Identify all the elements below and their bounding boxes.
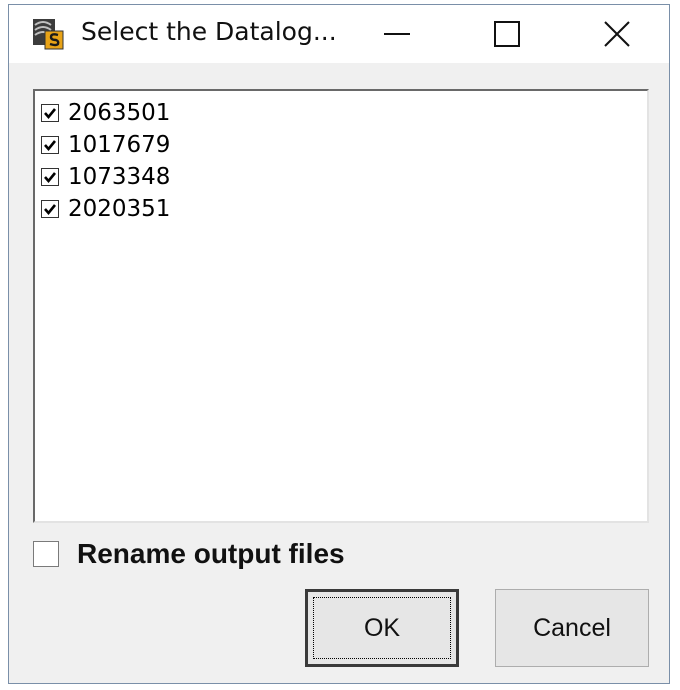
rename-output-option[interactable]: Rename output files: [33, 537, 345, 571]
checkmark-icon: [44, 172, 57, 184]
datalog-app-icon[interactable]: [31, 15, 65, 51]
maximize-icon: [494, 21, 520, 47]
dialog-window: Select the Datalog... 2063501 1017679 10…: [8, 4, 670, 684]
datalog-checkbox[interactable]: [41, 200, 59, 218]
title-bar[interactable]: Select the Datalog...: [9, 5, 669, 63]
datalog-checkbox[interactable]: [41, 168, 59, 186]
checkmark-icon: [44, 140, 57, 152]
close-button[interactable]: [567, 5, 667, 63]
maximize-button[interactable]: [457, 5, 557, 63]
close-icon: [604, 21, 630, 47]
datalog-checkbox[interactable]: [41, 136, 59, 154]
rename-output-label: Rename output files: [77, 538, 345, 569]
focus-rectangle: [313, 597, 451, 659]
checkmark-icon: [44, 204, 57, 216]
minimize-button[interactable]: [347, 5, 447, 63]
ok-button[interactable]: OK: [305, 589, 459, 667]
list-item[interactable]: 1073348: [41, 161, 170, 193]
datalog-listbox[interactable]: 2063501 1017679 1073348 2020351: [33, 89, 649, 523]
datalog-label: 2020351: [68, 196, 171, 222]
list-item[interactable]: 2063501: [41, 97, 170, 129]
cancel-button[interactable]: Cancel: [495, 589, 649, 667]
window-title: Select the Datalog...: [81, 17, 337, 46]
minimize-icon: [384, 33, 410, 35]
list-item[interactable]: 1017679: [41, 129, 170, 161]
cancel-button-label: Cancel: [533, 613, 611, 642]
rename-output-checkbox[interactable]: [33, 541, 59, 567]
datalog-label: 1073348: [68, 164, 171, 190]
datalog-label: 1017679: [68, 132, 171, 158]
datalog-checkbox[interactable]: [41, 104, 59, 122]
datalog-label: 2063501: [68, 100, 171, 126]
list-item[interactable]: 2020351: [41, 193, 170, 225]
checkmark-icon: [44, 108, 57, 120]
